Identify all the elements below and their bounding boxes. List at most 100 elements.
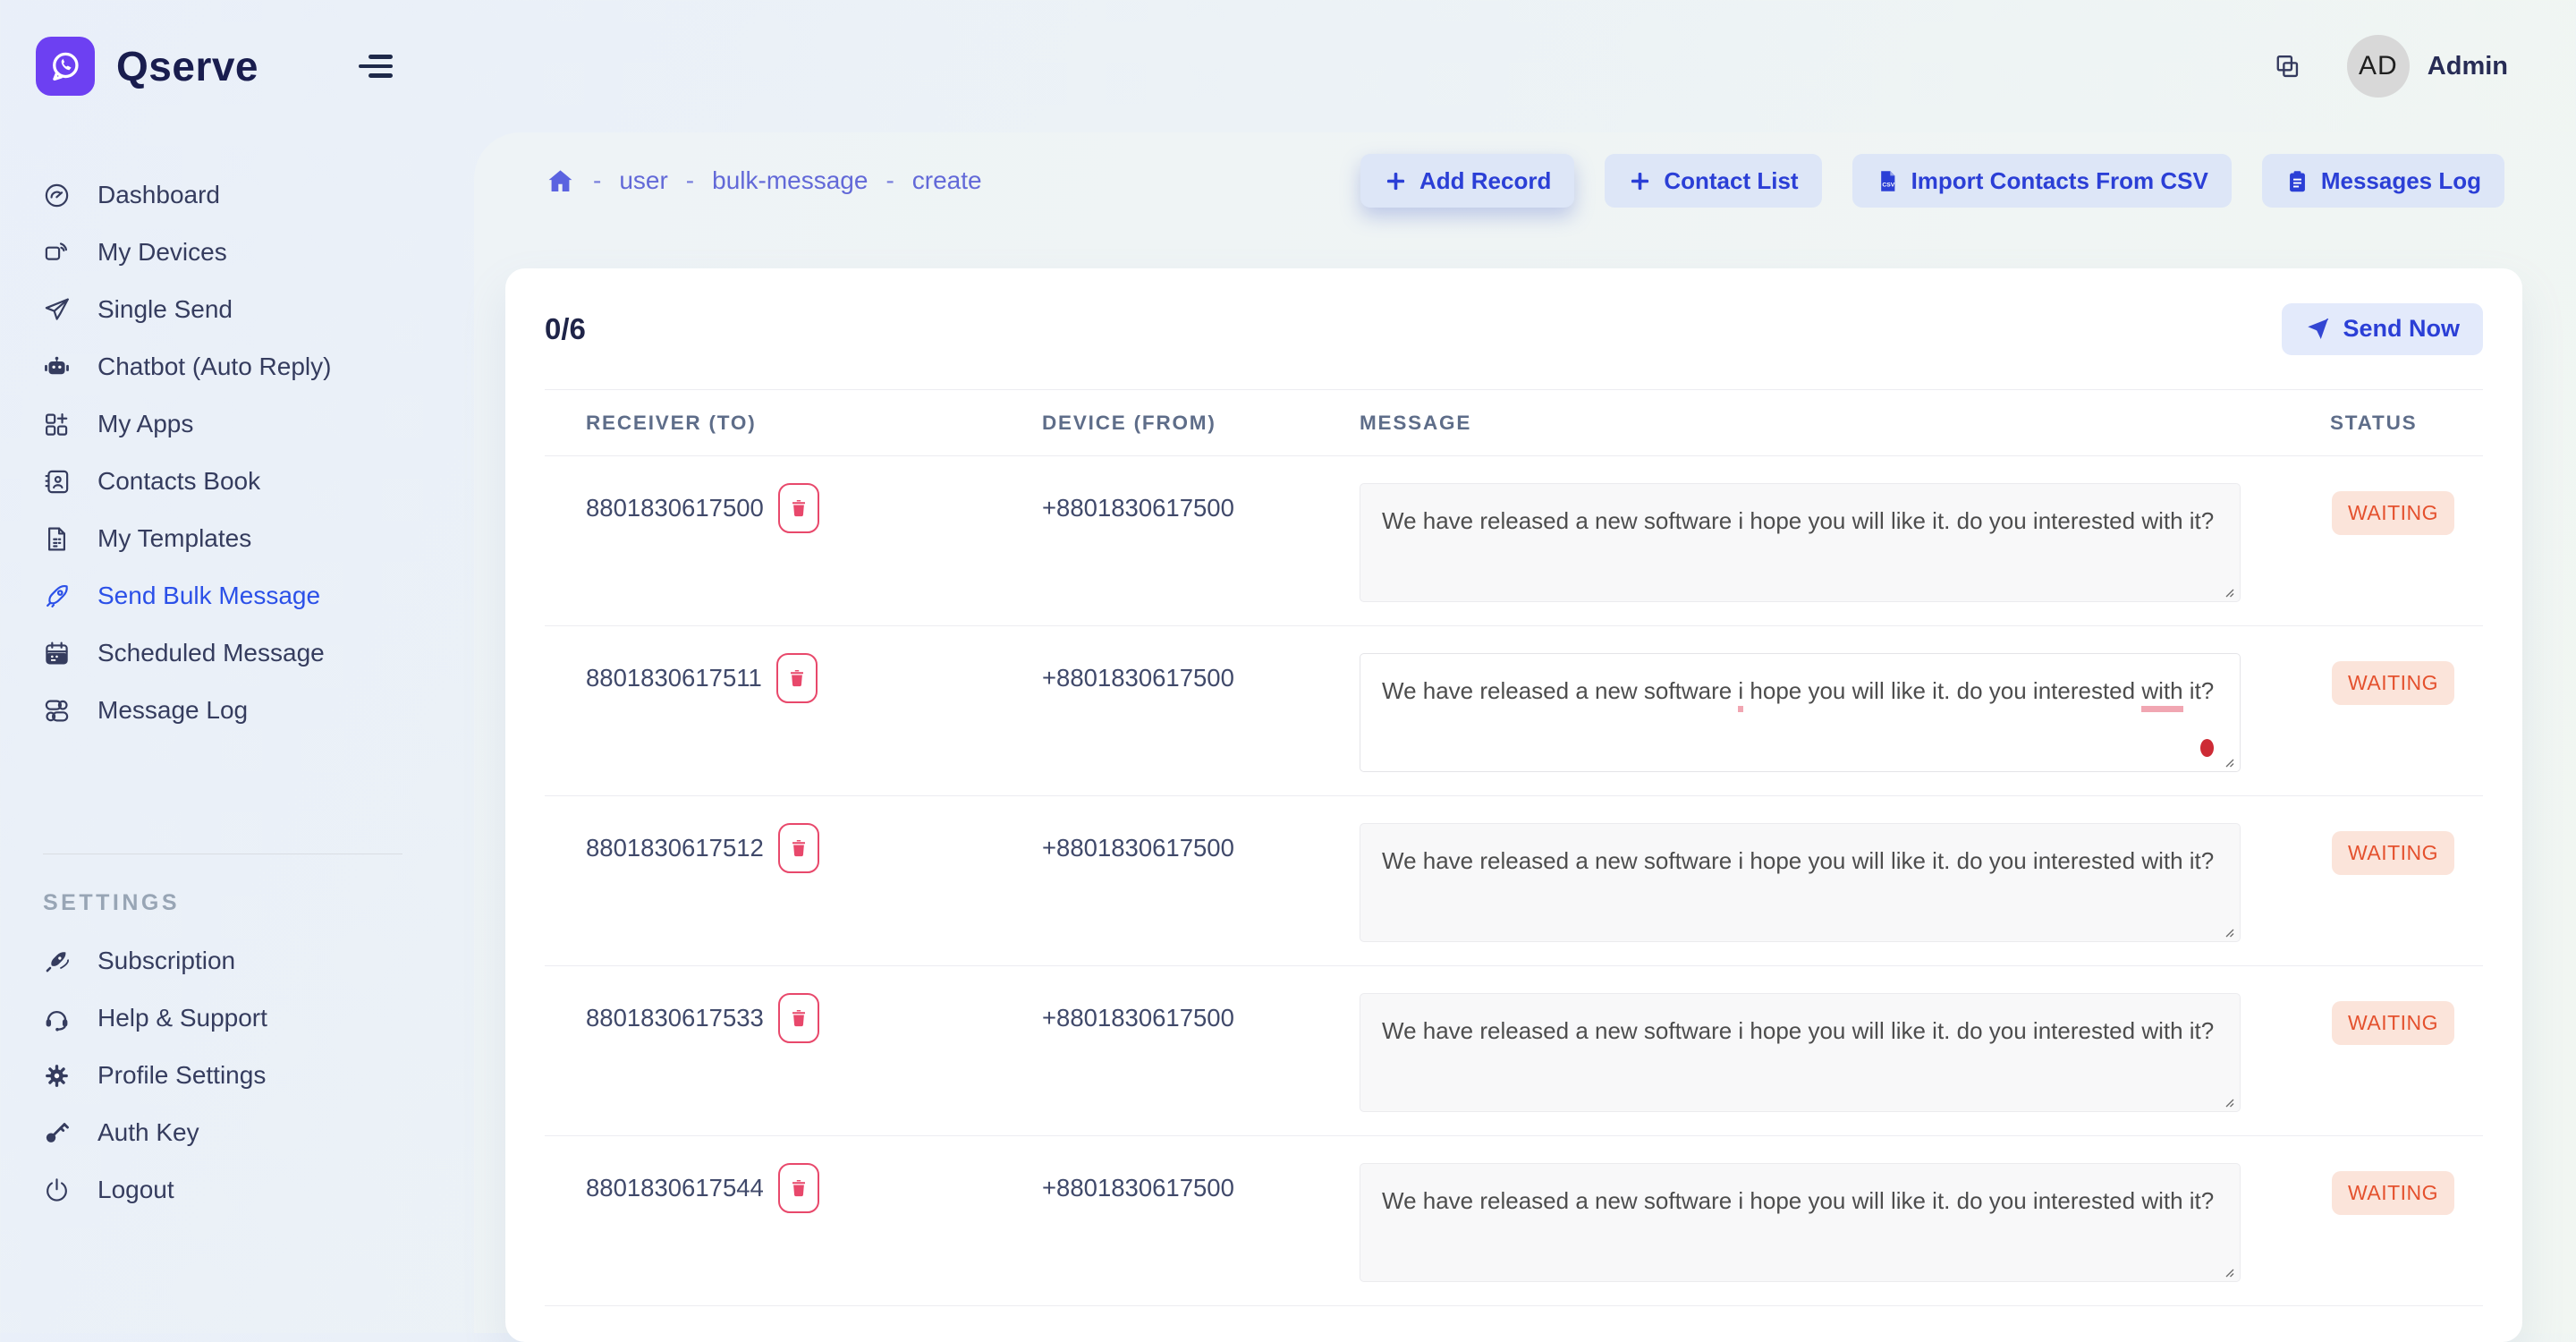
log-icon bbox=[43, 697, 71, 725]
sidebar-item-chatbot-auto-reply[interactable]: Chatbot (Auto Reply) bbox=[43, 338, 474, 395]
sidebar-item-my-apps[interactable]: My Apps bbox=[43, 395, 474, 453]
trash-icon bbox=[789, 498, 809, 518]
receiver-number: 8801830617544 bbox=[586, 1174, 764, 1202]
device-number: +8801830617500 bbox=[1042, 823, 1360, 965]
breadcrumb-item-user[interactable]: user bbox=[619, 166, 667, 195]
receiver-number: 8801830617533 bbox=[586, 1004, 764, 1032]
status-badge: WAITING bbox=[2332, 661, 2454, 705]
sidebar-item-logout[interactable]: Logout bbox=[43, 1161, 474, 1219]
table-row: 8801830617512 +8801830617500 We have rel… bbox=[545, 796, 2483, 966]
hamburger-menu-icon[interactable] bbox=[359, 55, 393, 78]
topbar-right: AD Admin bbox=[2273, 35, 2508, 98]
delete-row-button[interactable] bbox=[778, 823, 819, 873]
status-badge: WAITING bbox=[2332, 831, 2454, 875]
breadcrumb-separator: - bbox=[886, 166, 894, 195]
sidebar-item-message-log[interactable]: Message Log bbox=[43, 682, 474, 739]
resize-handle-icon[interactable] bbox=[2222, 1095, 2235, 1108]
table-row: 8801830617511 +8801830617500 We have rel… bbox=[545, 626, 2483, 796]
dashboard-icon bbox=[43, 182, 71, 209]
key-icon bbox=[43, 1119, 71, 1147]
trash-icon bbox=[789, 1178, 809, 1198]
headset-icon bbox=[43, 1005, 71, 1032]
gear-icon bbox=[43, 1062, 71, 1090]
sidebar-item-auth-key[interactable]: Auth Key bbox=[43, 1104, 474, 1161]
calendar-icon bbox=[43, 640, 71, 667]
avatar[interactable]: AD bbox=[2347, 35, 2410, 98]
table-row: 8801830617544 +8801830617500 We have rel… bbox=[545, 1136, 2483, 1306]
receiver-number: 8801830617511 bbox=[586, 664, 762, 692]
delete-row-button[interactable] bbox=[778, 483, 819, 533]
sidebar-item-my-templates[interactable]: My Templates bbox=[43, 510, 474, 567]
table-row: 8801830617500 +8801830617500 We have rel… bbox=[545, 456, 2483, 626]
delete-row-button[interactable] bbox=[778, 1163, 819, 1213]
clipboard-icon bbox=[2285, 169, 2309, 193]
apps-icon bbox=[43, 411, 71, 438]
delete-row-button[interactable] bbox=[778, 993, 819, 1043]
import-contacts-from-csv-button[interactable]: CSV Import Contacts From CSV bbox=[1852, 154, 2232, 208]
sidebar-item-my-devices[interactable]: My Devices bbox=[43, 224, 474, 281]
message-textarea[interactable]: We have released a new software i hope y… bbox=[1360, 993, 2241, 1112]
message-textarea[interactable]: We have released a new software i hope y… bbox=[1360, 653, 2241, 772]
resize-handle-icon[interactable] bbox=[2222, 585, 2235, 599]
templates-icon bbox=[43, 525, 71, 553]
table-body: 8801830617500 +8801830617500 We have rel… bbox=[545, 456, 2483, 1306]
brand: Qserve bbox=[36, 37, 258, 96]
message-textarea[interactable]: We have released a new software i hope y… bbox=[1360, 823, 2241, 942]
settings-section-label: SETTINGS bbox=[43, 890, 474, 916]
rocket-icon bbox=[43, 582, 71, 610]
subscription-icon bbox=[43, 947, 71, 975]
table-header: RECEIVER (TO) DEVICE (FROM) MESSAGE STAT… bbox=[545, 390, 2483, 456]
device-number: +8801830617500 bbox=[1042, 653, 1360, 795]
sidebar-item-help-support[interactable]: Help & Support bbox=[43, 990, 474, 1047]
power-icon bbox=[43, 1176, 71, 1204]
col-status: STATUS bbox=[2330, 412, 2483, 435]
sidebar-item-scheduled-message[interactable]: Scheduled Message bbox=[43, 624, 474, 682]
breadcrumb-separator: - bbox=[686, 166, 694, 195]
sidebar-item-contacts-book[interactable]: Contacts Book bbox=[43, 453, 474, 510]
sidebar-item-single-send[interactable]: Single Send bbox=[43, 281, 474, 338]
resize-handle-icon[interactable] bbox=[2222, 1265, 2235, 1278]
send-icon bbox=[2305, 317, 2330, 342]
sidebar-item-profile-settings[interactable]: Profile Settings bbox=[43, 1047, 474, 1104]
csv-file-icon: CSV bbox=[1876, 169, 1900, 193]
send-now-button[interactable]: Send Now bbox=[2282, 303, 2483, 355]
single-send-icon bbox=[43, 296, 71, 324]
devices-icon bbox=[43, 239, 71, 267]
whatsapp-logo-icon bbox=[36, 37, 95, 96]
sidebar-item-send-bulk-message[interactable]: Send Bulk Message bbox=[43, 567, 474, 624]
messages-log-button[interactable]: Messages Log bbox=[2262, 154, 2504, 208]
receiver-number: 8801830617500 bbox=[586, 494, 764, 522]
receiver-number: 8801830617512 bbox=[586, 834, 764, 862]
breadcrumb-separator: - bbox=[593, 166, 601, 195]
breadcrumb-item-create[interactable]: create bbox=[912, 166, 982, 195]
table-row: 8801830617533 +8801830617500 We have rel… bbox=[545, 966, 2483, 1136]
breadcrumb: - user - bulk-message - create bbox=[546, 166, 982, 196]
sidebar-settings-nav: Subscription Help & Support Profile Sett… bbox=[0, 932, 474, 1219]
delete-row-button[interactable] bbox=[776, 653, 818, 703]
trash-icon bbox=[787, 668, 807, 688]
copy-icon[interactable] bbox=[2273, 52, 2302, 81]
status-badge: WAITING bbox=[2332, 1171, 2454, 1215]
resize-handle-icon[interactable] bbox=[2222, 925, 2235, 939]
status-badge: WAITING bbox=[2332, 1001, 2454, 1045]
resize-handle-icon[interactable] bbox=[2222, 755, 2235, 769]
chatbot-icon bbox=[43, 353, 71, 381]
device-number: +8801830617500 bbox=[1042, 1163, 1360, 1305]
main-content: - user - bulk-message - create Add Recor… bbox=[505, 132, 2576, 1342]
status-badge: WAITING bbox=[2332, 491, 2454, 535]
home-icon[interactable] bbox=[546, 166, 575, 196]
grammar-checker-dot[interactable] bbox=[2200, 739, 2214, 757]
col-receiver: RECEIVER (TO) bbox=[586, 412, 1042, 435]
bulk-message-card: 0/6 Send Now RECEIVER (TO) DEVICE (FROM)… bbox=[505, 268, 2522, 1342]
message-textarea[interactable]: We have released a new software i hope y… bbox=[1360, 483, 2241, 602]
message-textarea[interactable]: We have released a new software i hope y… bbox=[1360, 1163, 2241, 1282]
progress-counter: 0/6 bbox=[545, 312, 586, 346]
sidebar-item-dashboard[interactable]: Dashboard bbox=[43, 166, 474, 224]
svg-text:CSV: CSV bbox=[1882, 182, 1894, 188]
sidebar-item-subscription[interactable]: Subscription bbox=[43, 932, 474, 990]
plus-icon bbox=[1628, 169, 1652, 193]
contact-list-button[interactable]: Contact List bbox=[1605, 154, 1821, 208]
breadcrumb-item-bulk-message[interactable]: bulk-message bbox=[712, 166, 868, 195]
add-record-button[interactable]: Add Record bbox=[1360, 154, 1574, 208]
topbar: Qserve AD Admin bbox=[0, 0, 2576, 132]
